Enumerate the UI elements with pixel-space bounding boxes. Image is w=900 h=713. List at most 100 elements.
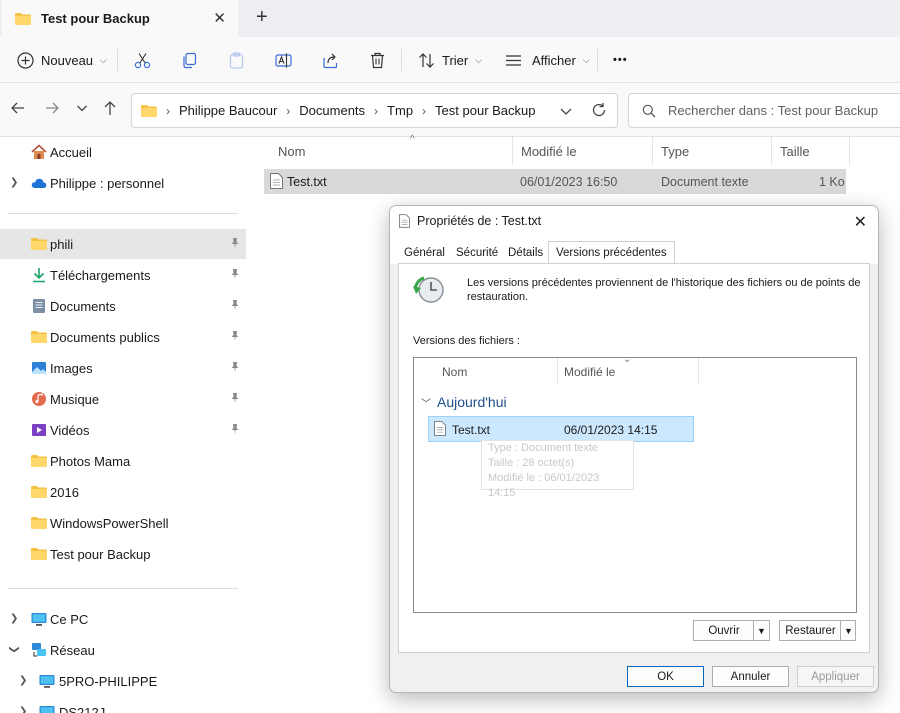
breadcrumb-tmp[interactable]: Tmp	[387, 103, 413, 118]
pin-icon[interactable]	[229, 423, 241, 435]
sidebar-item-onedrive[interactable]: ❯ Philippe : personnel	[0, 168, 246, 198]
new-tab-button[interactable]: +	[256, 6, 268, 29]
sidebar-item-musique[interactable]: Musique	[0, 384, 246, 414]
dialog-titlebar: Propriétés de : Test.txt ✕	[390, 206, 878, 236]
folder-icon	[31, 238, 47, 250]
cloud-icon	[31, 178, 47, 188]
back-arrow-icon[interactable]	[10, 100, 26, 116]
pin-icon[interactable]	[229, 237, 241, 249]
new-button[interactable]: Nouveau ⌵	[17, 37, 107, 83]
tab-bar: Test pour Backup ✕ +	[0, 0, 900, 37]
breadcrumb-separator[interactable]: ›	[374, 104, 378, 118]
view-label: Afficher	[532, 52, 576, 68]
pin-icon[interactable]	[229, 361, 241, 373]
forward-arrow-icon[interactable]	[44, 100, 60, 116]
pin-icon[interactable]	[229, 392, 241, 404]
column-header-modified[interactable]: Modifié le	[564, 365, 615, 379]
chevron-down-icon[interactable]	[559, 104, 573, 118]
sidebar-item-test-pour-backup[interactable]: Test pour Backup	[0, 539, 246, 569]
chevron-down-icon[interactable]: ❯	[9, 645, 20, 653]
dialog-tabs: Général Sécurité Détails Versions précéd…	[390, 236, 878, 265]
dialog-description: Les versions précédentes proviennent de …	[467, 277, 861, 303]
pin-icon[interactable]	[229, 268, 241, 280]
sidebar-item-home[interactable]: Accueil	[0, 137, 246, 167]
chevron-right-icon[interactable]: ❯	[10, 177, 18, 188]
pin-icon[interactable]	[229, 299, 241, 311]
column-header-size[interactable]: Taille	[771, 137, 850, 165]
sidebar-item-photos-mama[interactable]: Photos Mama	[0, 446, 246, 476]
ok-button[interactable]: OK	[627, 666, 704, 687]
sort-up-icon: ^	[410, 134, 415, 145]
chevron-right-icon[interactable]: ❯	[19, 675, 27, 686]
column-header-modified[interactable]: Modifié le	[512, 137, 652, 165]
paste-button[interactable]	[228, 37, 245, 83]
breadcrumb-test-pour-backup[interactable]: Test pour Backup	[435, 103, 535, 118]
sidebar-item-label: Documents	[50, 299, 116, 314]
column-header-type[interactable]: Type	[652, 137, 771, 165]
cut-button[interactable]	[134, 37, 151, 83]
open-dropdown-arrow[interactable]: ▼	[753, 621, 769, 640]
breadcrumb-separator[interactable]: ›	[286, 104, 290, 118]
up-arrow-icon[interactable]	[102, 100, 118, 116]
view-button[interactable]: Afficher ⌵	[505, 37, 590, 83]
chevron-right-icon[interactable]: ❯	[19, 706, 27, 713]
sidebar-item-phili[interactable]: phili	[0, 229, 246, 259]
tab-security[interactable]: Sécurité	[456, 247, 498, 259]
sidebar-item-images[interactable]: Images	[0, 353, 246, 383]
share-button[interactable]	[322, 37, 339, 83]
breadcrumb-documents[interactable]: Documents	[299, 103, 365, 118]
versions-list[interactable]: Nom Modifié le ⌄ ﹀ Aujourd'hui Test.txt 0…	[413, 354, 857, 613]
sidebar-item-vid-os[interactable]: Vidéos	[0, 415, 246, 445]
column-header-label: Modifié le	[521, 143, 577, 159]
search-input[interactable]	[668, 103, 898, 118]
tab-previous-versions[interactable]: Versions précédentes	[548, 241, 675, 265]
sidebar-item-label: Téléchargements	[50, 268, 151, 283]
tab-details[interactable]: Détails	[508, 247, 543, 259]
column-header-name[interactable]: Nom ^	[270, 134, 518, 165]
restore-dropdown-arrow[interactable]: ▼	[840, 621, 856, 640]
table-row[interactable]: Test.txt 06/01/2023 16:50 Document texte…	[264, 169, 846, 194]
breadcrumb-philippe-baucour[interactable]: Philippe Baucour	[179, 103, 277, 118]
refresh-icon[interactable]	[591, 102, 607, 118]
open-button[interactable]: Ouvrir ▼	[693, 620, 770, 641]
breadcrumb-separator[interactable]: ›	[422, 104, 426, 118]
cancel-button[interactable]: Annuler	[712, 666, 789, 687]
sidebar-item-2016[interactable]: 2016	[0, 477, 246, 507]
copy-button[interactable]	[181, 37, 198, 83]
more-options-button[interactable]: •••	[613, 37, 628, 83]
tab-test-pour-backup[interactable]: Test pour Backup ✕	[2, 0, 238, 37]
rename-button[interactable]	[275, 37, 292, 83]
sidebar-item-t-l-chargements[interactable]: Téléchargements	[0, 260, 246, 290]
text-file-icon	[399, 214, 410, 228]
address-bar[interactable]: › Philippe Baucour › Documents › Tmp › T…	[131, 93, 618, 128]
new-label: Nouveau	[41, 52, 94, 68]
sidebar-item-label: 5PRO-PHILIPPE	[59, 674, 158, 689]
sidebar-item-documents[interactable]: Documents	[0, 291, 246, 321]
chevron-down-icon[interactable]: ﹀	[421, 399, 431, 410]
sidebar-item-this-pc[interactable]: ❯ Ce PC	[0, 604, 246, 634]
sidebar-item-documents-publics[interactable]: Documents publics	[0, 322, 246, 352]
pin-icon[interactable]	[229, 330, 241, 342]
sidebar-item-5pro-philippe[interactable]: ❯ 5PRO-PHILIPPE	[0, 666, 246, 696]
tab-general[interactable]: Général	[404, 247, 445, 259]
recent-chevron-icon[interactable]	[75, 100, 89, 116]
column-header-name[interactable]: Nom	[442, 365, 467, 379]
sidebar-item-ds212j[interactable]: ❯ DS212J	[0, 697, 246, 713]
plus-circle-icon	[17, 51, 34, 69]
toolbar-divider	[117, 49, 118, 71]
delete-button[interactable]	[369, 37, 386, 83]
restore-button[interactable]: Restaurer ▼	[779, 620, 856, 641]
sidebar-item-network[interactable]: ❯ Réseau	[0, 635, 246, 665]
search-box[interactable]	[628, 93, 900, 128]
version-row[interactable]: Test.txt 06/01/2023 14:15	[428, 416, 694, 442]
text-file-icon	[434, 421, 446, 436]
apply-button[interactable]: Appliquer	[797, 666, 874, 687]
close-icon[interactable]: ✕	[213, 9, 226, 27]
sidebar-item-windowspowershell[interactable]: WindowsPowerShell	[0, 508, 246, 538]
chevron-right-icon[interactable]: ❯	[10, 613, 18, 624]
chevron-down-icon: ⌵	[582, 54, 590, 65]
chevron-down-icon: ⌵	[475, 54, 483, 65]
close-icon[interactable]: ✕	[854, 212, 867, 232]
sort-button[interactable]: Trier ⌵	[418, 37, 482, 83]
group-header-today[interactable]: ﹀ Aujourd'hui	[421, 394, 507, 410]
